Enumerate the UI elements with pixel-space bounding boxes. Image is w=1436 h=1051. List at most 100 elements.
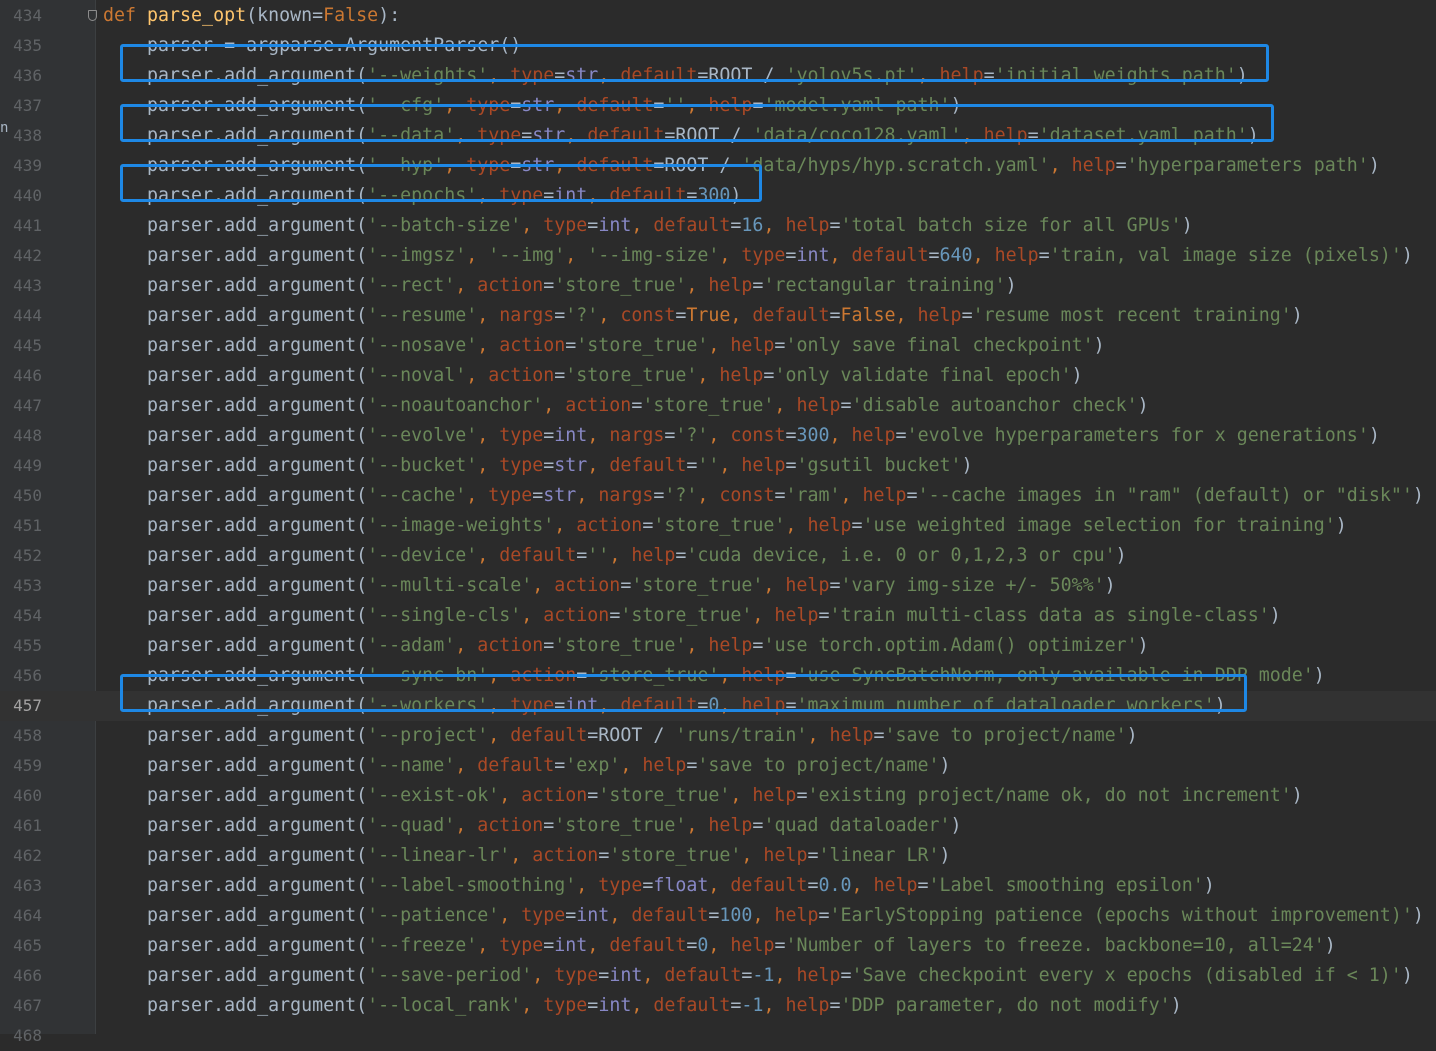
line-number[interactable]: 434	[0, 1, 42, 31]
code-line[interactable]: 468	[0, 1021, 1436, 1051]
code-line[interactable]: 464 parser.add_argument('--patience', ty…	[0, 901, 1436, 931]
fold-icon[interactable]	[88, 10, 97, 21]
code-line[interactable]: 452 parser.add_argument('--device', defa…	[0, 541, 1436, 571]
line-number[interactable]: 464	[0, 901, 42, 931]
code-line[interactable]: 434 def parse_opt(known=False):	[0, 1, 1436, 31]
code-text[interactable]: parser.add_argument('--cache', type=str,…	[103, 481, 1424, 511]
code-line[interactable]: 453 parser.add_argument('--multi-scale',…	[0, 571, 1436, 601]
line-number[interactable]: 466	[0, 961, 42, 991]
code-line[interactable]: 449 parser.add_argument('--bucket', type…	[0, 451, 1436, 481]
code-text[interactable]: parser.add_argument('--label-smoothing',…	[103, 871, 1215, 901]
code-text[interactable]: parser.add_argument('--adam', action='st…	[103, 631, 1149, 661]
code-text[interactable]: parser.add_argument('--resume', nargs='?…	[103, 301, 1303, 331]
code-line[interactable]: 465 parser.add_argument('--freeze', type…	[0, 931, 1436, 961]
code-line[interactable]: 459 parser.add_argument('--name', defaul…	[0, 751, 1436, 781]
code-token: ,	[609, 905, 632, 926]
code-line[interactable]: 446 parser.add_argument('--noval', actio…	[0, 361, 1436, 391]
line-number[interactable]: 457	[0, 691, 42, 721]
code-text[interactable]: parser.add_argument('--single-cls', acti…	[103, 601, 1281, 631]
code-line[interactable]: 460 parser.add_argument('--exist-ok', ac…	[0, 781, 1436, 811]
code-line[interactable]: 448 parser.add_argument('--evolve', type…	[0, 421, 1436, 451]
code-line[interactable]: 466 parser.add_argument('--save-period',…	[0, 961, 1436, 991]
code-text[interactable]: parser.add_argument('--linear-lr', actio…	[103, 841, 951, 871]
code-token: default	[653, 215, 731, 236]
line-number[interactable]: 461	[0, 811, 42, 841]
code-token: type	[499, 455, 544, 476]
line-number[interactable]: 465	[0, 931, 42, 961]
code-line[interactable]: 445 parser.add_argument('--nosave', acti…	[0, 331, 1436, 361]
line-number[interactable]: 454	[0, 601, 42, 631]
line-number[interactable]: 439	[0, 151, 42, 181]
code-text[interactable]: parser.add_argument('--rect', action='st…	[103, 271, 1017, 301]
code-line[interactable]: 444 parser.add_argument('--resume', narg…	[0, 301, 1436, 331]
code-text[interactable]: parser.add_argument('--freeze', type=int…	[103, 931, 1336, 961]
code-text[interactable]: parser.add_argument('--image-weights', a…	[103, 511, 1347, 541]
code-line[interactable]: 443 parser.add_argument('--rect', action…	[0, 271, 1436, 301]
line-number[interactable]: 458	[0, 721, 42, 751]
code-line[interactable]: 461 parser.add_argument('--quad', action…	[0, 811, 1436, 841]
code-line[interactable]: 451 parser.add_argument('--image-weights…	[0, 511, 1436, 541]
line-number[interactable]: 449	[0, 451, 42, 481]
line-number[interactable]: 438	[0, 121, 42, 151]
code-token: =	[543, 455, 555, 476]
code-text[interactable]: parser.add_argument('--evolve', type=int…	[103, 421, 1380, 451]
line-number[interactable]: 436	[0, 61, 42, 91]
line-number[interactable]: 452	[0, 541, 42, 571]
code-text[interactable]: parser.add_argument('--noval', action='s…	[103, 361, 1083, 391]
code-text[interactable]: parser.add_argument('--name', default='e…	[103, 751, 951, 781]
code-token: '--multi-scale'	[367, 575, 533, 596]
code-line[interactable]: 447 parser.add_argument('--noautoanchor'…	[0, 391, 1436, 421]
line-number[interactable]: 451	[0, 511, 42, 541]
code-line[interactable]: 450 parser.add_argument('--cache', type=…	[0, 481, 1436, 511]
code-text[interactable]: parser.add_argument('--imgsz', '--img', …	[103, 241, 1413, 271]
line-number[interactable]: 443	[0, 271, 42, 301]
code-token: ,	[477, 425, 500, 446]
line-number[interactable]: 459	[0, 751, 42, 781]
line-number[interactable]: 463	[0, 871, 42, 901]
code-line[interactable]: 463 parser.add_argument('--label-smoothi…	[0, 871, 1436, 901]
line-number[interactable]: 445	[0, 331, 42, 361]
code-text[interactable]: parser.add_argument('--local_rank', type…	[103, 991, 1182, 1021]
line-number[interactable]: 440	[0, 181, 42, 211]
code-token: parser.add_argument(	[103, 545, 368, 566]
code-text[interactable]: parser.add_argument('--project', default…	[103, 721, 1138, 751]
code-text[interactable]: parser.add_argument('--multi-scale', act…	[103, 571, 1116, 601]
code-line[interactable]: 458 parser.add_argument('--project', def…	[0, 721, 1436, 751]
code-text[interactable]: def parse_opt(known=False):	[103, 1, 400, 31]
code-text[interactable]: parser.add_argument('--nosave', action='…	[103, 331, 1105, 361]
code-text[interactable]: parser.add_argument('--save-period', typ…	[103, 961, 1413, 991]
line-number[interactable]: 448	[0, 421, 42, 451]
code-text[interactable]: parser.add_argument('--quad', action='st…	[103, 811, 962, 841]
code-line[interactable]: 462 parser.add_argument('--linear-lr', a…	[0, 841, 1436, 871]
line-number[interactable]: 456	[0, 661, 42, 691]
line-number[interactable]: 453	[0, 571, 42, 601]
line-number[interactable]: 435	[0, 31, 42, 61]
line-number[interactable]: 444	[0, 301, 42, 331]
code-text[interactable]: parser.add_argument('--noautoanchor', ac…	[103, 391, 1149, 421]
line-number[interactable]: 455	[0, 631, 42, 661]
code-text[interactable]: parser.add_argument('--bucket', type=str…	[103, 451, 973, 481]
line-number[interactable]: 450	[0, 481, 42, 511]
code-line[interactable]: 454 parser.add_argument('--single-cls', …	[0, 601, 1436, 631]
code-text[interactable]: parser.add_argument('--batch-size', type…	[103, 211, 1193, 241]
code-token: )	[1368, 155, 1380, 176]
code-line[interactable]: 455 parser.add_argument('--adam', action…	[0, 631, 1436, 661]
code-token: =	[543, 935, 555, 956]
line-number[interactable]: 447	[0, 391, 42, 421]
line-number[interactable]: 467	[0, 991, 42, 1021]
line-number[interactable]: 441	[0, 211, 42, 241]
line-number[interactable]: 442	[0, 241, 42, 271]
line-number[interactable]: 446	[0, 361, 42, 391]
code-token: =	[807, 875, 819, 896]
code-line[interactable]: 441 parser.add_argument('--batch-size', …	[0, 211, 1436, 241]
code-line[interactable]: 467 parser.add_argument('--local_rank', …	[0, 991, 1436, 1021]
code-text[interactable]: parser.add_argument('--patience', type=i…	[103, 901, 1424, 931]
code-text[interactable]: parser.add_argument('--exist-ok', action…	[103, 781, 1303, 811]
line-number[interactable]: 437	[0, 91, 42, 121]
line-number[interactable]: 462	[0, 841, 42, 871]
line-number[interactable]: 460	[0, 781, 42, 811]
code-text[interactable]: parser.add_argument('--device', default=…	[103, 541, 1127, 571]
line-number[interactable]: 468	[0, 1021, 42, 1051]
code-line[interactable]: 442 parser.add_argument('--imgsz', '--im…	[0, 241, 1436, 271]
code-editor[interactable]: 434 def parse_opt(known=False): 435 parser…	[0, 0, 1436, 1045]
